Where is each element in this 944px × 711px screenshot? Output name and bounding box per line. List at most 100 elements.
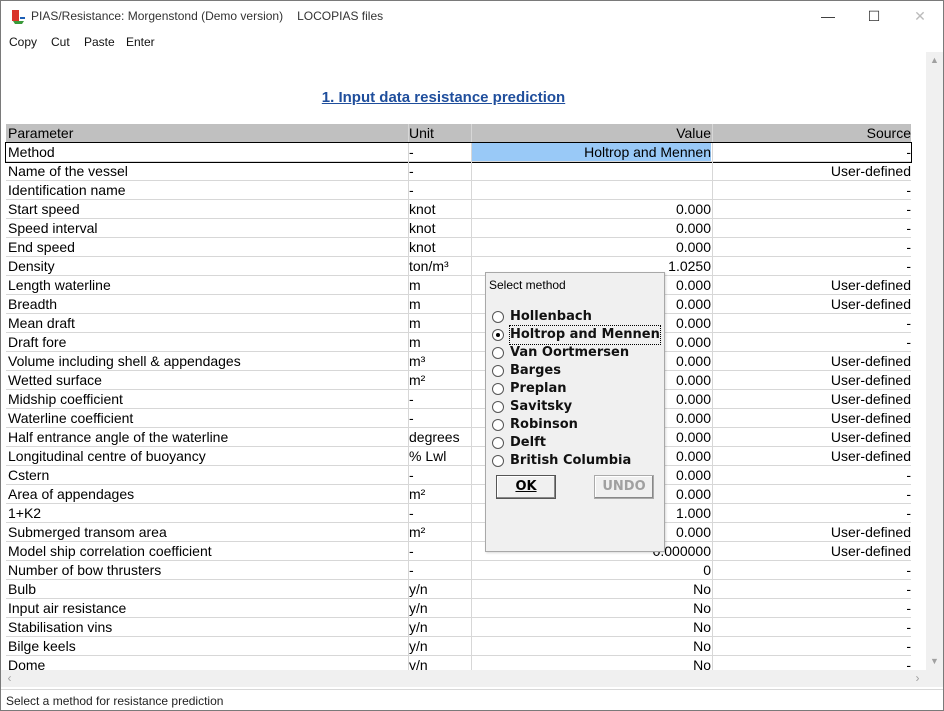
horizontal-scrollbar[interactable]: ‹ ›: [1, 670, 926, 687]
unit-cell: m²: [408, 371, 471, 389]
unit-cell: -: [408, 390, 471, 408]
unit-cell: -: [408, 561, 471, 579]
table-row[interactable]: End speed knot 0.000-: [6, 238, 911, 257]
column-header-source: Source: [712, 124, 911, 142]
radio-icon[interactable]: [492, 347, 504, 359]
maximize-button[interactable]: ☐: [851, 1, 897, 32]
value-cell[interactable]: 0.000: [471, 219, 711, 237]
value-cell[interactable]: No: [471, 637, 711, 655]
parameter-cell: Bilge keels: [8, 638, 76, 654]
table-row[interactable]: Mean draft m 0.000-: [6, 314, 911, 333]
parameter-cell: Half entrance angle of the waterline: [8, 429, 229, 445]
table-row[interactable]: Bulb y/n No -: [6, 580, 911, 599]
table-row[interactable]: Name of the vessel - User-defined: [6, 162, 911, 181]
value-cell[interactable]: 0.000: [471, 200, 711, 218]
title-bar: PIAS/Resistance: Morgenstond (Demo versi…: [1, 1, 943, 32]
value-cell[interactable]: No: [471, 656, 711, 670]
unit-cell: -: [408, 409, 471, 427]
parameter-cell: Model ship correlation coefficient: [8, 543, 212, 559]
value-cell[interactable]: No: [471, 580, 711, 598]
menu-copy[interactable]: Copy: [9, 35, 37, 49]
table-row[interactable]: Identification name - -: [6, 181, 911, 200]
scroll-down-icon[interactable]: ▼: [926, 653, 943, 670]
value-cell[interactable]: 0: [471, 561, 711, 579]
unit-cell: m²: [408, 523, 471, 541]
vertical-scrollbar[interactable]: ▲ ▼: [926, 52, 943, 670]
table-row[interactable]: Density ton/m³ 1.0250-: [6, 257, 911, 276]
table-row[interactable]: Longitudinal centre of buoyancy% Lwl 0.00…: [6, 447, 911, 466]
scroll-up-icon[interactable]: ▲: [926, 52, 943, 69]
source-cell: -: [712, 219, 911, 237]
radio-icon[interactable]: [492, 419, 504, 431]
table-row[interactable]: Stabilisation vins y/n No -: [6, 618, 911, 637]
app-icon: [12, 10, 25, 24]
table-row[interactable]: Dome y/n No -: [6, 656, 911, 670]
undo-button[interactable]: UNDO: [594, 475, 654, 499]
select-method-dialog: Select method Hollenbach Holtrop and Menn…: [485, 272, 665, 552]
unit-cell: -: [408, 504, 471, 522]
source-cell: -: [712, 314, 911, 332]
table-row[interactable]: Midship coefficient -0.000 User-defined: [6, 390, 911, 409]
table-row[interactable]: Input air resistance y/n No -: [6, 599, 911, 618]
table-row[interactable]: Start speed knot 0.000-: [6, 200, 911, 219]
unit-cell: ton/m³: [408, 257, 471, 275]
table-row[interactable]: Waterline coefficient -0.000 User-defined: [6, 409, 911, 428]
radio-icon[interactable]: [492, 311, 504, 323]
table-row[interactable]: Number of bow thrusters -0-: [6, 561, 911, 580]
unit-cell: m: [408, 314, 471, 332]
value-cell[interactable]: No: [471, 618, 711, 636]
scroll-right-icon[interactable]: ›: [909, 670, 926, 687]
source-cell: -: [712, 504, 911, 522]
source-cell: -: [712, 238, 911, 256]
value-cell[interactable]: Holtrop and Mennen: [471, 143, 711, 161]
table-row[interactable]: Area of appendages m² 0.000-: [6, 485, 911, 504]
table-row[interactable]: Method - Holtrop and Mennen -: [5, 142, 912, 163]
unit-cell: y/n: [408, 599, 471, 617]
source-cell: -: [712, 200, 911, 218]
parameter-cell: Method: [8, 144, 55, 160]
parameter-cell: Draft fore: [8, 334, 67, 350]
table-row[interactable]: Volume including shell & appendages m³ 0.0…: [6, 352, 911, 371]
menu-cut[interactable]: Cut: [51, 35, 70, 49]
parameter-cell: Cstern: [8, 467, 50, 483]
table-row[interactable]: Model ship correlation coefficient -0.000…: [6, 542, 911, 561]
radio-icon[interactable]: [492, 383, 504, 395]
window-title-text: PIAS/Resistance: Morgenstond (Demo versi…: [31, 9, 284, 23]
value-cell[interactable]: [471, 181, 711, 199]
unit-cell: knot: [408, 219, 471, 237]
table-row[interactable]: Wetted surface m² 0.000 User-defined: [6, 371, 911, 390]
table-row[interactable]: Length waterline m 0.000 User-defined: [6, 276, 911, 295]
radio-icon[interactable]: [492, 329, 504, 341]
source-cell: User-defined: [712, 542, 911, 560]
close-button[interactable]: ✕: [897, 1, 943, 32]
parameter-cell: 1+K2: [8, 505, 42, 521]
table-row[interactable]: Breadth m 0.000 User-defined: [6, 295, 911, 314]
table-row[interactable]: Submerged transom area m² 0.000 User-define…: [6, 523, 911, 542]
parameter-cell: Number of bow thrusters: [8, 562, 162, 578]
menu-bar: Copy Cut Paste Enter: [1, 32, 943, 52]
table-row[interactable]: 1+K2-1.000-: [6, 504, 911, 523]
table-row[interactable]: Half entrance angle of the waterline degr…: [6, 428, 911, 447]
radio-icon[interactable]: [492, 365, 504, 377]
menu-enter[interactable]: Enter: [126, 35, 155, 49]
parameter-cell: Mean draft: [8, 315, 75, 331]
value-cell[interactable]: 0.000: [471, 238, 711, 256]
method-option-label: Robinson: [510, 417, 578, 432]
table-row[interactable]: Draft fore m 0.000-: [6, 333, 911, 352]
radio-icon[interactable]: [492, 437, 504, 449]
scroll-left-icon[interactable]: ‹: [1, 670, 18, 687]
menu-paste[interactable]: Paste: [84, 35, 115, 49]
radio-icon[interactable]: [492, 455, 504, 467]
source-cell: -: [712, 143, 911, 161]
table-row[interactable]: Cstern -0.000-: [6, 466, 911, 485]
table-row[interactable]: Bilge keels y/n No -: [6, 637, 911, 656]
unit-cell: -: [408, 542, 471, 560]
ok-button[interactable]: OK: [496, 475, 556, 499]
minimize-button[interactable]: —: [805, 1, 851, 32]
radio-icon[interactable]: [492, 401, 504, 413]
source-cell: User-defined: [712, 409, 911, 427]
value-cell[interactable]: [471, 162, 711, 180]
source-cell: -: [712, 181, 911, 199]
value-cell[interactable]: No: [471, 599, 711, 617]
table-row[interactable]: Speed interval knot 0.000-: [6, 219, 911, 238]
